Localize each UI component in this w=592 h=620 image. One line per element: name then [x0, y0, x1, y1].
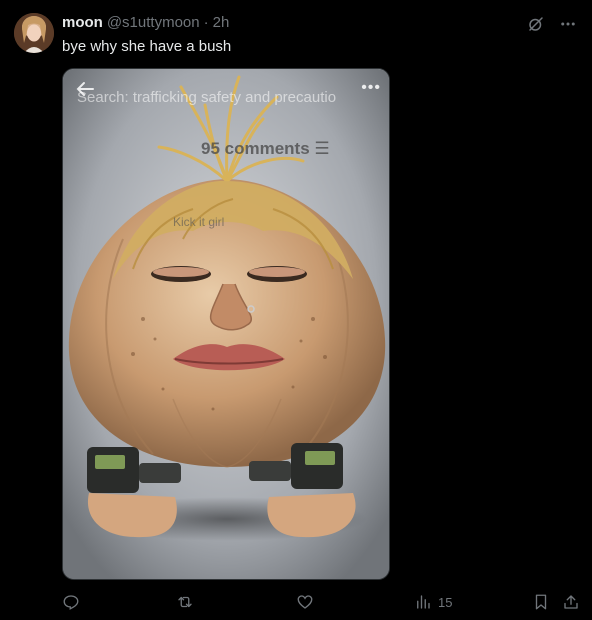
- avatar[interactable]: [14, 13, 54, 53]
- tweet-actions: 15: [62, 592, 582, 612]
- like-button[interactable]: [296, 592, 314, 612]
- author-handle[interactable]: @s1uttymoon: [107, 14, 200, 31]
- grok-icon[interactable]: [526, 14, 546, 34]
- overlay-comments-text: 95 comments ☰: [201, 139, 330, 158]
- share-button[interactable]: [562, 592, 580, 612]
- retweet-icon: [178, 596, 192, 608]
- views-count: 15: [438, 594, 453, 610]
- bookmark-button[interactable]: [532, 592, 550, 612]
- timestamp[interactable]: 2h: [213, 14, 230, 31]
- bookmark-icon: [535, 594, 547, 610]
- tweet-top-actions: [526, 14, 578, 34]
- author-name[interactable]: moon: [62, 14, 103, 31]
- views-icon: [417, 595, 430, 609]
- overlay-more-icon: •••: [361, 79, 381, 96]
- heart-icon: [297, 595, 313, 609]
- overlay-search-text: Search: trafficking safety and precautio: [77, 89, 337, 106]
- tweet-text: bye why she have a bush: [62, 38, 232, 55]
- reply-icon: [63, 595, 79, 610]
- overlay-kit-text: Kick it girl: [173, 215, 225, 229]
- avatar-image: [14, 13, 54, 53]
- tweet[interactable]: moon @s1uttymoon · 2h bye why she have a…: [0, 0, 592, 620]
- tweet-media[interactable]: ••• Search: trafficking safety and preca…: [62, 68, 390, 580]
- share-icon: [564, 595, 578, 609]
- tweet-header: moon @s1uttymoon · 2h: [62, 14, 229, 34]
- separator-dot: ·: [203, 14, 209, 31]
- reply-button[interactable]: [62, 592, 80, 612]
- views-button[interactable]: 15: [414, 592, 452, 612]
- more-icon[interactable]: [558, 14, 578, 34]
- retweet-button[interactable]: [176, 592, 194, 612]
